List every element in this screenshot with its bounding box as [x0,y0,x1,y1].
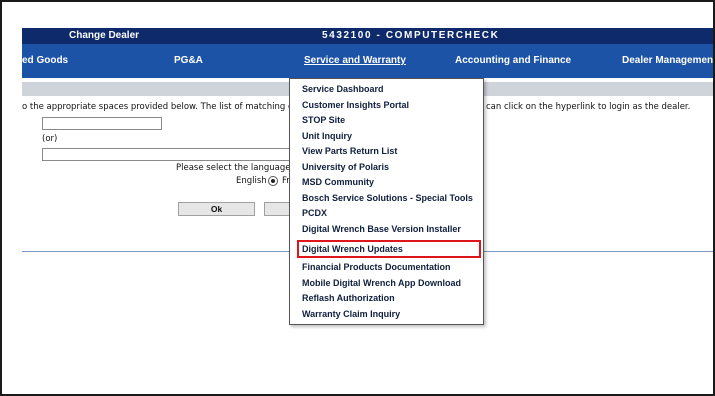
menu-item-customer-insights-portal[interactable]: Customer Insights Portal [302,98,409,112]
menu-item-view-parts-return-list[interactable]: View Parts Return List [302,144,397,158]
instruction-text: o the appropriate spaces provided below.… [22,102,294,112]
instruction-text-continued: can click on the hyperlink to login as t… [486,102,691,112]
menu-item-mobile-digital-wrench-app[interactable]: Mobile Digital Wrench App Download [302,276,461,290]
page-frame: Change Dealer 5432100 - COMPUTERCHECK ed… [0,0,715,396]
menu-item-msd-community[interactable]: MSD Community [302,175,374,189]
menu-item-service-dashboard[interactable]: Service Dashboard [302,82,384,96]
menu-item-reflash-authorization[interactable]: Reflash Authorization [302,291,395,305]
language-english-radio[interactable] [268,176,278,186]
top-bar: Change Dealer 5432100 - COMPUTERCHECK [22,28,713,44]
menu-item-warranty-claim-inquiry[interactable]: Warranty Claim Inquiry [302,307,400,321]
menu-item-bosch-service-solutions[interactable]: Bosch Service Solutions - Special Tools [302,191,473,205]
second-button[interactable] [264,202,292,216]
nav-item-accounting-and-finance[interactable]: Accounting and Finance [455,55,571,66]
menu-item-university-of-polaris[interactable]: University of Polaris [302,160,389,174]
menu-item-unit-inquiry[interactable]: Unit Inquiry [302,129,352,143]
dealer-name-input[interactable] [42,148,292,161]
nav-item-dealer-management[interactable]: Dealer Managemen [622,55,713,66]
service-warranty-dropdown: Service Dashboard Customer Insights Port… [289,78,484,325]
ok-button[interactable]: Ok [178,202,255,216]
menu-item-financial-products-documentation[interactable]: Financial Products Documentation [302,260,451,274]
dealer-number-input[interactable] [42,117,162,130]
main-nav-bar: ed Goods PG&A Service and Warranty Accou… [22,44,713,78]
language-prompt: Please select the language l [176,163,296,173]
menu-item-digital-wrench-base-installer[interactable]: Digital Wrench Base Version Installer [302,222,461,236]
language-english-label: English [236,176,267,186]
nav-item-used-goods[interactable]: ed Goods [22,55,68,66]
menu-item-digital-wrench-updates[interactable]: Digital Wrench Updates [302,242,403,256]
menu-item-pcdx[interactable]: PCDX [302,206,327,220]
nav-item-pga[interactable]: PG&A [174,55,203,66]
menu-item-stop-site[interactable]: STOP Site [302,113,345,127]
nav-item-service-and-warranty[interactable]: Service and Warranty [304,55,406,66]
or-label: (or) [42,134,58,144]
dealer-id-label: 5432100 - COMPUTERCHECK [322,30,500,41]
change-dealer-link[interactable]: Change Dealer [69,30,139,41]
